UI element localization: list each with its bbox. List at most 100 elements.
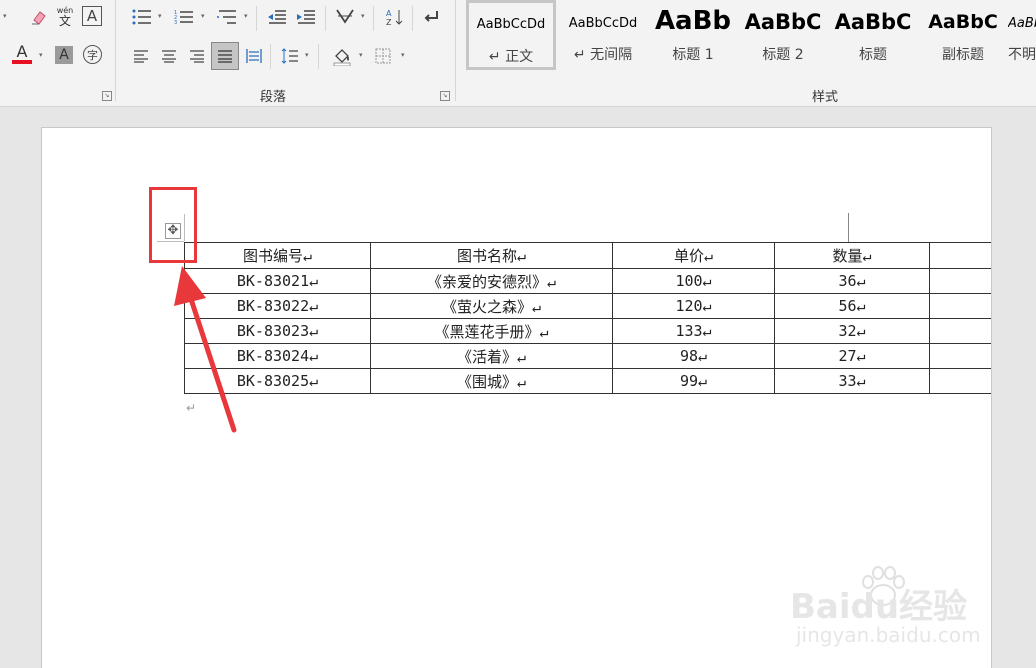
cell-unit-price[interactable]: 100↵ [612,268,775,294]
cell-quantity[interactable]: 32↵ [774,318,930,344]
phonetic-guide-icon[interactable]: wén 文 [54,5,76,29]
divider [256,6,257,31]
style-subtle-label: 不明 [1008,47,1036,63]
font-color-glyph: A [16,42,28,61]
increase-indent-icon[interactable] [294,6,318,28]
align-left-icon[interactable] [130,45,152,67]
chinese-layout-icon[interactable] [333,6,357,28]
cell-extra[interactable] [929,318,991,344]
svg-text:3: 3 [174,20,177,25]
shading-icon[interactable] [330,44,354,68]
style-normal-preview: AaBbCcDd [476,17,546,32]
dropdown-arrow[interactable]: ▾ [3,12,7,20]
align-center-icon[interactable] [158,45,180,67]
bullets-dropdown-icon[interactable]: ▾ [158,12,162,20]
cell-extra[interactable] [929,368,991,394]
svg-text:A: A [386,9,392,18]
cell-quantity[interactable]: 33↵ [774,368,930,394]
cell-unit-price[interactable]: 133↵ [612,318,775,344]
decrease-indent-icon[interactable] [265,6,289,28]
clear-formatting-icon[interactable] [28,6,50,28]
cell-unit-price[interactable]: 98↵ [612,343,775,369]
multilevel-dropdown-icon[interactable]: ▾ [244,12,248,20]
multilevel-list-icon[interactable] [215,6,239,28]
character-border-icon[interactable]: A [82,6,102,26]
phonetic-bottom: 文 [58,14,71,28]
paragraph-group-label: 段落 [260,90,287,105]
line-spacing-icon[interactable] [279,45,301,67]
divider [318,44,319,69]
header-extra[interactable] [929,242,991,269]
line-spacing-dropdown-icon[interactable]: ▾ [305,51,309,59]
divider [412,6,413,31]
distributed-align-icon[interactable] [243,45,265,67]
style-subtitle-label: 副标题 [942,47,984,63]
cell-quantity[interactable]: 36↵ [774,268,930,294]
cell-book-name[interactable]: 《活着》↵ [370,343,613,369]
table-row: BK-83023↵ 《黑莲花手册》↵ 133↵ 32↵ [184,318,991,344]
divider [373,6,374,31]
paragraph-dialog-launcher-icon[interactable]: ↘ [440,91,450,101]
style-heading-2-preview: AaBbC [744,10,822,34]
sort-icon[interactable]: AZ [384,6,406,28]
group-separator [455,0,456,101]
enclose-characters-icon[interactable]: 字 [83,45,102,64]
highlight-box [149,187,197,263]
table-header-row: 图书编号↵ 图书名称↵ 单价↵ 数量↵ [184,242,991,269]
style-title[interactable]: AaBbC 标题 [828,0,918,66]
cell-book-name[interactable]: 《黑莲花手册》↵ [370,318,613,344]
character-shading-icon[interactable]: A [55,46,73,64]
cell-quantity[interactable]: 27↵ [774,343,930,369]
style-subtle-emphasis[interactable]: AaBbCcD 不明 [1008,0,1036,66]
divider [270,44,271,69]
style-no-spacing-preview: AaBbCcDd [568,16,638,31]
cell-book-name[interactable]: 《亲爱的安德烈》↵ [370,268,613,294]
numbering-dropdown-icon[interactable]: ▾ [201,12,205,20]
style-subtle-preview: AaBbCcD [1008,16,1036,31]
font-color-dropdown-icon[interactable]: ▾ [39,51,43,59]
font-color-icon[interactable]: A [12,42,32,66]
style-subtitle[interactable]: AaBbC 副标题 [918,0,1008,66]
cell-book-name[interactable]: 《围城》↵ [370,368,613,394]
divider [325,6,326,31]
cell-extra[interactable] [929,293,991,319]
bullets-icon[interactable] [130,6,154,28]
numbering-icon[interactable]: 123 [172,6,196,28]
cell-quantity[interactable]: 56↵ [774,293,930,319]
cell-extra[interactable] [929,343,991,369]
character-border-glyph: A [86,7,98,25]
style-heading-1-preview: AaBb [654,6,732,36]
header-unit-price[interactable]: 单价↵ [612,242,775,269]
book-table[interactable]: 图书编号↵ 图书名称↵ 单价↵ 数量↵ BK-83021↵ 《亲爱的安德烈》↵ … [184,242,991,394]
style-heading-2-label: 标题 2 [762,47,804,63]
styles-gallery: AaBbCcDd ↵ 正文 AaBbCcDd ↵ 无间隔 AaBb 标题 1 A… [462,0,1036,80]
style-no-spacing-label: ↵ 无间隔 [573,47,633,63]
cell-unit-price[interactable]: 120↵ [612,293,775,319]
cell-unit-price[interactable]: 99↵ [612,368,775,394]
table-row: BK-83024↵ 《活着》↵ 98↵ 27↵ [184,343,991,369]
watermark-brand: Baidu经验 [790,587,968,627]
borders-dropdown-icon[interactable]: ▾ [401,51,405,59]
header-book-name[interactable]: 图书名称↵ [370,242,613,269]
watermark-url: jingyan.baidu.com [796,623,981,647]
cell-extra[interactable] [929,268,991,294]
style-heading-2[interactable]: AaBbC 标题 2 [738,0,828,66]
justify-icon[interactable] [211,42,239,70]
align-right-icon[interactable] [186,45,208,67]
style-normal[interactable]: AaBbCcDd ↵ 正文 [466,0,556,70]
styles-group-label: 样式 [812,90,839,105]
font-dialog-launcher-icon[interactable]: ↘ [102,91,112,101]
chinese-layout-dropdown-icon[interactable]: ▾ [361,12,365,20]
header-quantity[interactable]: 数量↵ [774,242,930,269]
borders-icon[interactable] [372,45,394,67]
show-formatting-marks-icon[interactable] [420,6,442,28]
group-separator [115,0,116,101]
cell-book-name[interactable]: 《萤火之森》↵ [370,293,613,319]
shading-dropdown-icon[interactable]: ▾ [359,51,363,59]
style-normal-label: ↵ 正文 [488,49,534,65]
style-heading-1[interactable]: AaBb 标题 1 [648,0,738,66]
style-title-label: 标题 [859,47,887,63]
enclose-glyph: 字 [87,48,98,62]
annotation-arrow-icon [174,266,237,433]
style-no-spacing[interactable]: AaBbCcDd ↵ 无间隔 [558,0,648,66]
